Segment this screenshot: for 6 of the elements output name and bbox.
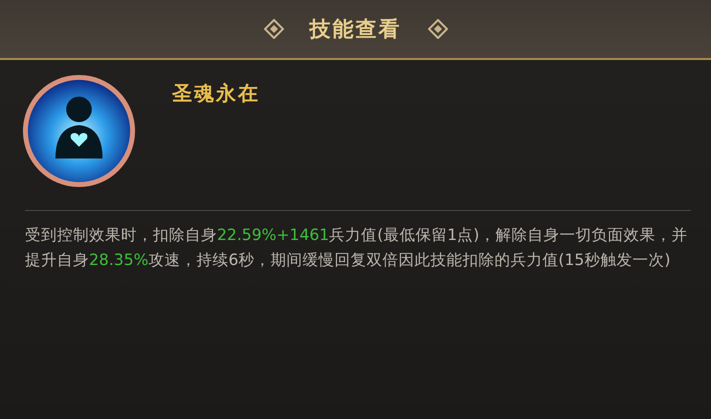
diamond-ornament-icon — [428, 19, 448, 39]
skill-name: 圣魂永在 — [172, 80, 260, 107]
skill-description: 受到控制效果时，扣除自身22.59%+1461兵力值(最低保留1点)，解除自身一切负面效果，并提升自身28.35%攻速，持续6秒，期间缓慢回复双倍因此技能扣除的兵力值(15秒触发一次) — [25, 225, 688, 271]
window-title: 技能查看 — [310, 16, 402, 43]
diamond-ornament-icon — [264, 19, 284, 39]
skill-icon — [20, 72, 138, 190]
